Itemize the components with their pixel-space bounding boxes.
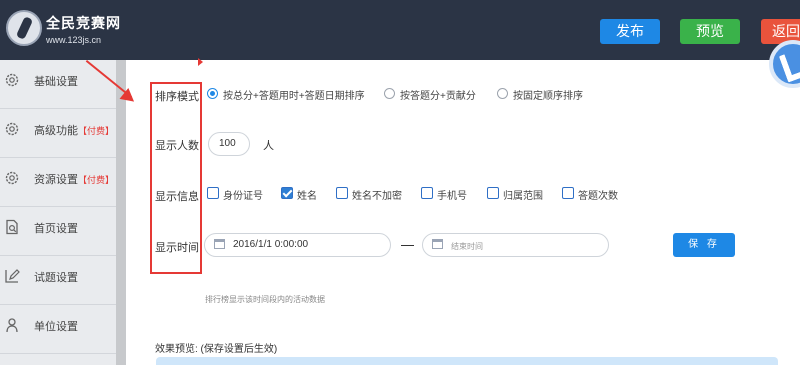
gear-icon <box>5 122 19 136</box>
sidebar-scrollbar[interactable] <box>116 60 126 365</box>
sidebar-item-homepage[interactable]: 首页设置 <box>0 207 116 255</box>
gear-icon <box>5 73 19 87</box>
logo-url: www.123js.cn <box>46 35 102 45</box>
checkbox-box[interactable] <box>336 187 348 199</box>
sidebar-item-label: 首页设置 <box>34 223 78 235</box>
top-header: 全民竞赛网 www.123js.cn 发布 预览 返回 <box>0 0 800 60</box>
sidebar-divider <box>0 353 116 354</box>
sidebar-item-label: 试题设置 <box>34 272 78 284</box>
document-search-icon <box>6 219 18 235</box>
checkbox-box-checked[interactable] <box>281 187 293 199</box>
preview-panel <box>156 357 778 365</box>
radio-unselected[interactable] <box>497 88 508 99</box>
time-range-hint: 排行榜显示该时间段内的活动数据 <box>205 295 325 304</box>
calendar-icon <box>214 239 225 249</box>
annotation-marker-icon <box>198 58 203 66</box>
publish-button[interactable]: 发布 <box>600 19 660 44</box>
checkbox-box[interactable] <box>487 187 499 199</box>
ranking-settings-form: 排序模式: 按总分+答题用时+答题日期排序 按答题分+贡献分 按固定顺序排序 显… <box>126 60 800 365</box>
display-count-unit: 人 <box>263 140 274 152</box>
user-icon <box>6 318 18 333</box>
sidebar-item-label: 高级功能 <box>34 125 78 137</box>
save-button[interactable]: 保 存 <box>673 233 735 257</box>
sidebar: 基础设置 高级功能【付费】 资源设置【付费】 首页设置 试题设置 单位设置 <box>0 60 116 365</box>
logo-emblem-icon <box>6 10 42 46</box>
preview-button[interactable]: 预览 <box>680 19 740 44</box>
radio-selected[interactable] <box>207 88 218 99</box>
display-count-input[interactable]: 100 <box>208 132 250 156</box>
sidebar-item-label: 资源设置 <box>34 174 78 186</box>
sidebar-item-basic-settings[interactable]: 基础设置 <box>0 60 116 108</box>
paid-tag: 【付费】 <box>78 175 115 185</box>
end-time-input[interactable]: 结束时间 <box>422 233 609 257</box>
sidebar-item-units[interactable]: 单位设置 <box>0 305 116 353</box>
radio-unselected[interactable] <box>384 88 395 99</box>
checkbox-box[interactable] <box>207 187 219 199</box>
gear-icon <box>5 171 19 185</box>
checkbox-box[interactable] <box>562 187 574 199</box>
sidebar-item-questions[interactable]: 试题设置 <box>0 256 116 304</box>
site-logo[interactable]: 全民竞赛网 www.123js.cn <box>6 8 121 52</box>
sidebar-item-advanced[interactable]: 高级功能【付费】 <box>0 109 116 157</box>
edit-icon <box>5 269 20 283</box>
logo-title: 全民竞赛网 <box>46 15 121 31</box>
date-range-separator <box>401 245 414 246</box>
checkbox-box[interactable] <box>421 187 433 199</box>
calendar-icon <box>432 239 443 249</box>
sidebar-item-label: 单位设置 <box>34 321 78 333</box>
sidebar-item-label: 基础设置 <box>34 76 78 88</box>
sidebar-item-resources[interactable]: 资源设置【付费】 <box>0 158 116 206</box>
start-time-input[interactable]: 2016/1/1 0:00:00 <box>204 233 391 257</box>
paid-tag: 【付费】 <box>78 126 115 136</box>
annotation-highlight-box <box>150 82 202 274</box>
preview-label: 效果预览: (保存设置后生效) <box>155 344 278 355</box>
